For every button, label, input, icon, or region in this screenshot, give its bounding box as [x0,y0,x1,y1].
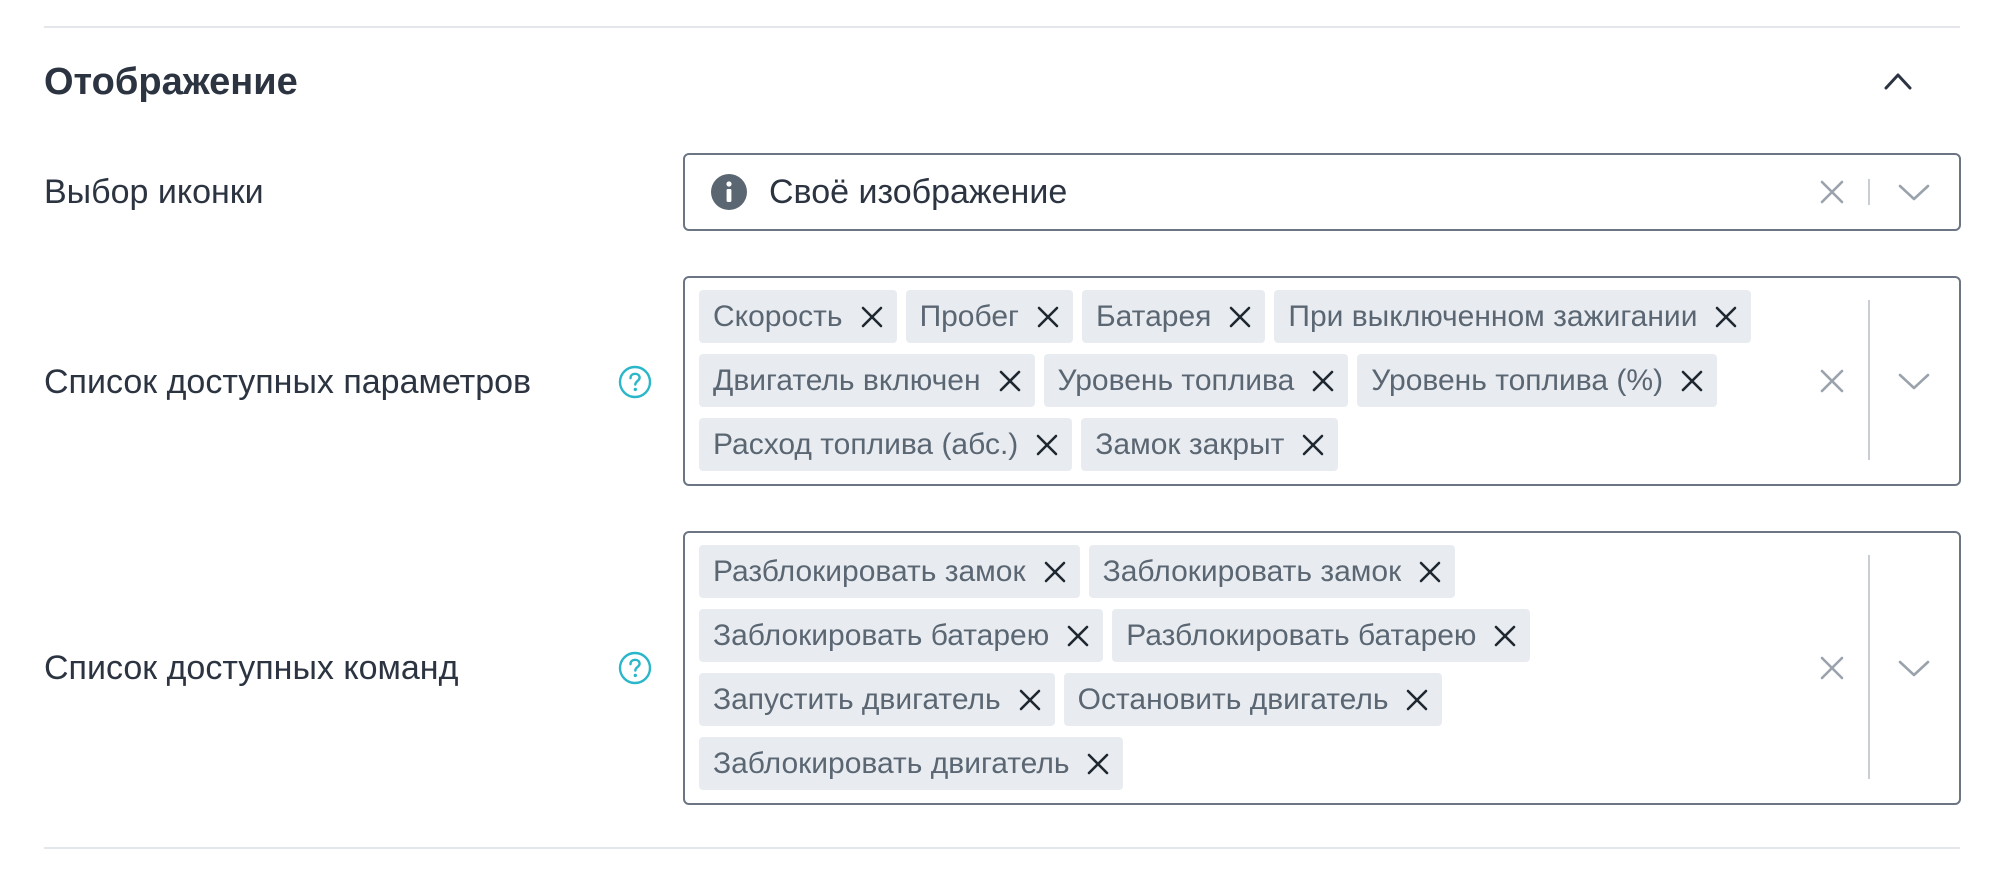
tag: Уровень топлива (%) [1357,354,1718,407]
close-icon[interactable] [1300,432,1326,458]
chevron-up-icon [1884,73,1912,90]
tag-label: Батарея [1095,299,1212,333]
close-icon[interactable] [1404,687,1430,713]
tag: Уровень топлива [1043,354,1349,407]
close-icon[interactable] [1085,751,1111,777]
close-icon[interactable] [1034,432,1060,458]
tag: Остановить двигатель [1063,673,1443,726]
close-icon[interactable] [997,368,1023,394]
clear-icon[interactable] [1812,361,1852,401]
icon-select-value: Своё изображение [711,155,1067,229]
chevron-down-icon[interactable] [1894,172,1934,212]
tag-label: Расход топлива (абс.) [713,427,1019,461]
tag-label: Заблокировать батарею [713,618,1050,652]
close-icon[interactable] [1227,304,1253,330]
tag: Двигатель включен [699,354,1035,407]
collapse-section-button[interactable] [1870,56,1926,108]
tag-label: Заблокировать двигатель [713,746,1070,780]
clear-icon[interactable] [1812,648,1852,688]
tag-label: Разблокировать замок [713,554,1026,588]
icon-select-label: Выбор иконки [44,173,264,211]
section-bottom-divider [44,847,1960,849]
section-top-divider [44,26,1960,28]
close-icon[interactable] [1492,623,1518,649]
info-icon [711,174,747,210]
tag: Разблокировать батарею [1112,609,1531,662]
close-icon[interactable] [1035,304,1061,330]
tag: Запустить двигатель [699,673,1055,726]
tag: Батарея [1081,290,1266,343]
commands-tag-list: Разблокировать замок Заблокировать замок… [699,545,1809,790]
tag: Заблокировать двигатель [699,737,1124,790]
commands-multiselect[interactable]: Разблокировать замок Заблокировать замок… [683,531,1961,805]
help-icon[interactable] [618,365,652,399]
tag: Расход топлива (абс.) [699,418,1073,471]
close-icon[interactable] [1042,559,1068,585]
tag-label: Пробег [919,299,1019,333]
tag-label: Заблокировать замок [1102,554,1402,588]
tag-label: Разблокировать батарею [1126,618,1477,652]
icon-select-value-text: Своё изображение [769,172,1068,211]
section-title: Отображение [44,61,298,103]
params-multiselect[interactable]: Скорость Пробег Батарея При выключенном … [683,276,1961,486]
close-icon[interactable] [859,304,885,330]
clear-icon[interactable] [1812,172,1852,212]
tag-label: Скорость [713,299,843,333]
indicator-separator [1868,300,1870,460]
indicator-separator [1868,555,1870,779]
tag: Замок закрыт [1081,418,1339,471]
close-icon[interactable] [1713,304,1739,330]
tag: Пробег [905,290,1073,343]
params-select-label: Список доступных параметров [44,363,532,401]
tag-label: Остановить двигатель [1077,682,1389,716]
close-icon[interactable] [1679,368,1705,394]
tag: Разблокировать замок [699,545,1080,598]
commands-select-label: Список доступных команд [44,649,459,687]
chevron-down-icon[interactable] [1894,361,1934,401]
params-tag-list: Скорость Пробег Батарея При выключенном … [699,290,1809,471]
indicator-separator [1868,179,1870,205]
icon-select[interactable]: Своё изображение [683,153,1961,231]
close-icon[interactable] [1310,368,1336,394]
close-icon[interactable] [1017,687,1043,713]
tag-label: Замок закрыт [1095,427,1285,461]
tag-label: При выключенном зажигании [1288,299,1698,333]
tag: Заблокировать замок [1088,545,1456,598]
tag-label: Двигатель включен [713,363,981,397]
close-icon[interactable] [1417,559,1443,585]
tag: Заблокировать батарею [699,609,1104,662]
tag: При выключенном зажигании [1274,290,1752,343]
tag-label: Уровень топлива (%) [1371,363,1664,397]
help-icon[interactable] [618,651,652,685]
tag-label: Уровень топлива [1057,363,1295,397]
chevron-down-icon[interactable] [1894,648,1934,688]
close-icon[interactable] [1065,623,1091,649]
tag-label: Запустить двигатель [713,682,1001,716]
tag: Скорость [699,290,897,343]
